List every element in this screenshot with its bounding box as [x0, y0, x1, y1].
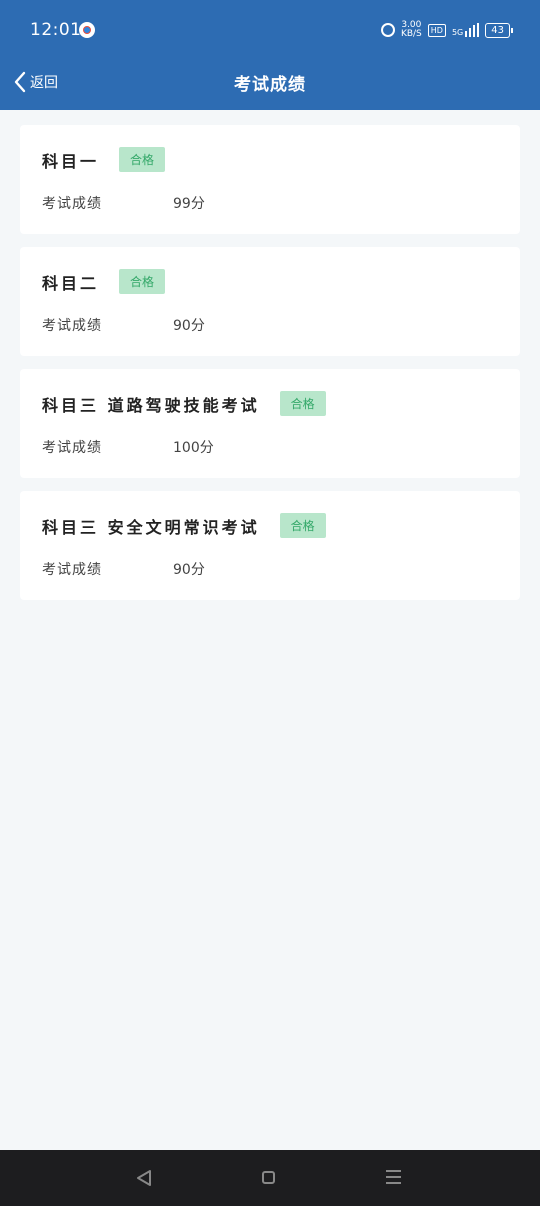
score-label: 考试成绩	[42, 196, 102, 212]
nav-menu-icon[interactable]	[386, 1170, 401, 1188]
result-card[interactable]: 科目一 合格 考试成绩 99分	[20, 125, 520, 234]
page-title: 考试成绩	[234, 75, 306, 95]
subject-name: 科目三 道路驾驶技能考试	[42, 395, 260, 415]
result-card[interactable]: 科目三 道路驾驶技能考试 合格 考试成绩 100分	[20, 369, 520, 478]
network-type: 5G	[451, 28, 464, 37]
nav-back-icon[interactable]	[136, 1169, 152, 1191]
hd-icon: HD	[427, 23, 446, 37]
status-indicators: 3.00 KB/S HD 5G 43	[380, 21, 513, 39]
status-badge: 合格	[279, 513, 326, 538]
network-speed: 3.00 KB/S	[401, 21, 422, 39]
status-badge: 合格	[119, 269, 166, 294]
status-badge: 合格	[119, 147, 166, 172]
score-label: 考试成绩	[42, 562, 102, 578]
battery-icon: 43	[485, 22, 513, 38]
result-card[interactable]: 科目二 合格 考试成绩 90分	[20, 247, 520, 356]
results-list: 科目一 合格 考试成绩 99分 科目二 合格 考试成绩 90分 科目三 道路驾驶…	[20, 125, 520, 613]
score-label: 考试成绩	[42, 318, 102, 334]
network-speed-unit: KB/S	[400, 29, 422, 39]
score-value: 90分	[173, 318, 205, 334]
subject-name: 科目三 安全文明常识考试	[42, 517, 260, 537]
alarm-icon	[380, 23, 395, 37]
score-value: 99分	[173, 196, 205, 212]
score-label: 考试成绩	[42, 440, 102, 456]
subject-name: 科目二	[42, 273, 100, 293]
score-value: 90分	[173, 562, 205, 578]
status-badge: 合格	[279, 391, 326, 416]
score-value: 100分	[173, 440, 214, 456]
result-card[interactable]: 科目三 安全文明常识考试 合格 考试成绩 90分	[20, 491, 520, 600]
signal-icon: 5G	[451, 23, 480, 37]
app-header: 12:01 3.00 KB/S HD 5G 43 返回 考试成绩	[0, 0, 540, 110]
nav-home-icon[interactable]	[262, 1171, 275, 1184]
subject-name: 科目一	[42, 151, 100, 171]
system-nav-bar	[0, 1150, 540, 1206]
app-notification-icon	[79, 22, 95, 38]
status-time: 12:01	[30, 20, 82, 40]
